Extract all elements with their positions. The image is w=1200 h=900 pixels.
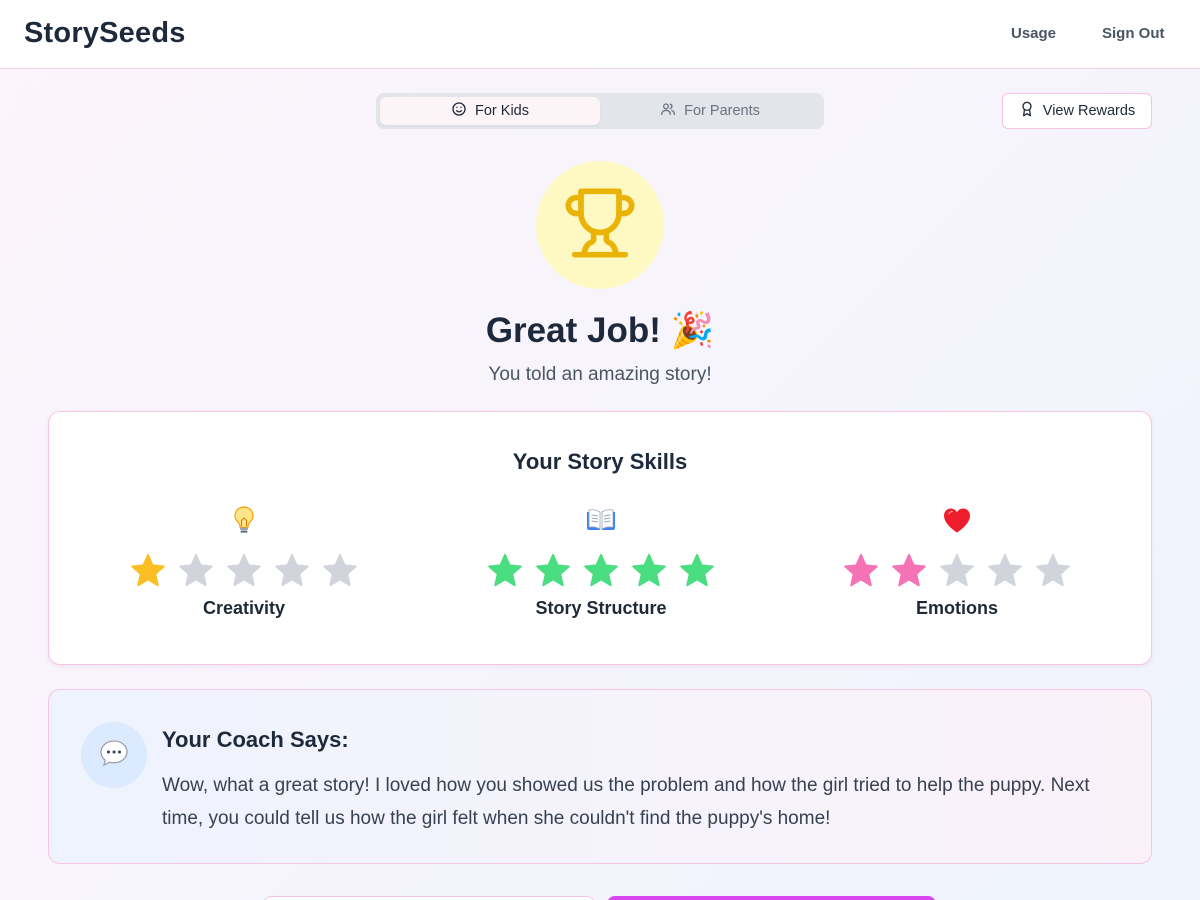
star-filled-icon — [844, 553, 878, 587]
star-filled-icon — [584, 553, 618, 587]
star-filled-icon — [131, 553, 165, 587]
lightbulb-icon — [228, 500, 260, 540]
award-ribbon-icon — [1019, 101, 1035, 121]
skill-emotions: Emotions — [827, 500, 1087, 619]
view-rewards-label: View Rewards — [1042, 103, 1136, 119]
tab-for-kids-label: For Kids — [475, 103, 529, 119]
tab-for-kids[interactable]: For Kids — [380, 97, 600, 125]
emotions-stars — [842, 552, 1072, 590]
skill-story-structure: Story Structure — [471, 500, 731, 619]
star-empty-icon — [323, 553, 357, 587]
trophy-badge — [536, 161, 664, 289]
speech-bubble-icon — [98, 737, 130, 774]
skill-label-creativity: Creativity — [202, 598, 286, 618]
skill-creativity: Creativity — [114, 500, 374, 619]
page-title: Great Job! 🎉 — [485, 311, 715, 350]
app-logo[interactable]: StorySeeds — [24, 17, 186, 50]
open-book-icon — [585, 500, 617, 540]
audience-toggle: For Kids For Parents — [376, 93, 824, 129]
skill-label-story-structure: Story Structure — [535, 598, 667, 618]
tab-for-parents-label: For Parents — [684, 103, 760, 119]
nav-sign-out-link[interactable]: Sign Out — [1102, 25, 1165, 42]
star-filled-icon — [680, 553, 714, 587]
skills-title: Your Story Skills — [512, 449, 688, 474]
coach-title: Your Coach Says: — [162, 727, 349, 752]
star-filled-icon — [488, 553, 522, 587]
smile-face-icon — [451, 101, 467, 121]
star-empty-icon — [988, 553, 1022, 587]
tab-for-parents[interactable]: For Parents — [600, 97, 820, 125]
heart-icon — [941, 500, 973, 540]
view-rewards-button[interactable]: View Rewards — [1002, 93, 1152, 129]
story-skills-card: Your Story Skills Creativity Story Struc… — [48, 411, 1152, 665]
trophy-icon — [562, 185, 638, 266]
app-header: StorySeeds Usage Sign Out — [0, 0, 1200, 69]
coach-message: Wow, what a great story! I loved how you… — [162, 775, 1090, 829]
story-structure-stars — [486, 552, 716, 590]
star-filled-icon — [892, 553, 926, 587]
skill-label-emotions: Emotions — [915, 598, 998, 618]
star-empty-icon — [940, 553, 974, 587]
star-empty-icon — [275, 553, 309, 587]
secondary-action-button[interactable] — [263, 896, 595, 900]
star-empty-icon — [179, 553, 213, 587]
nav-usage-link[interactable]: Usage — [1011, 25, 1056, 42]
star-empty-icon — [227, 553, 261, 587]
star-filled-icon — [632, 553, 666, 587]
creativity-stars — [129, 552, 359, 590]
coach-feedback-card: Your Coach Says: Wow, what a great story… — [48, 689, 1152, 864]
star-empty-icon — [1036, 553, 1070, 587]
page-subtitle: You told an amazing story! — [488, 364, 712, 385]
coach-avatar — [81, 722, 147, 788]
users-icon — [660, 101, 676, 121]
star-filled-icon — [536, 553, 570, 587]
primary-action-button[interactable] — [607, 896, 936, 900]
